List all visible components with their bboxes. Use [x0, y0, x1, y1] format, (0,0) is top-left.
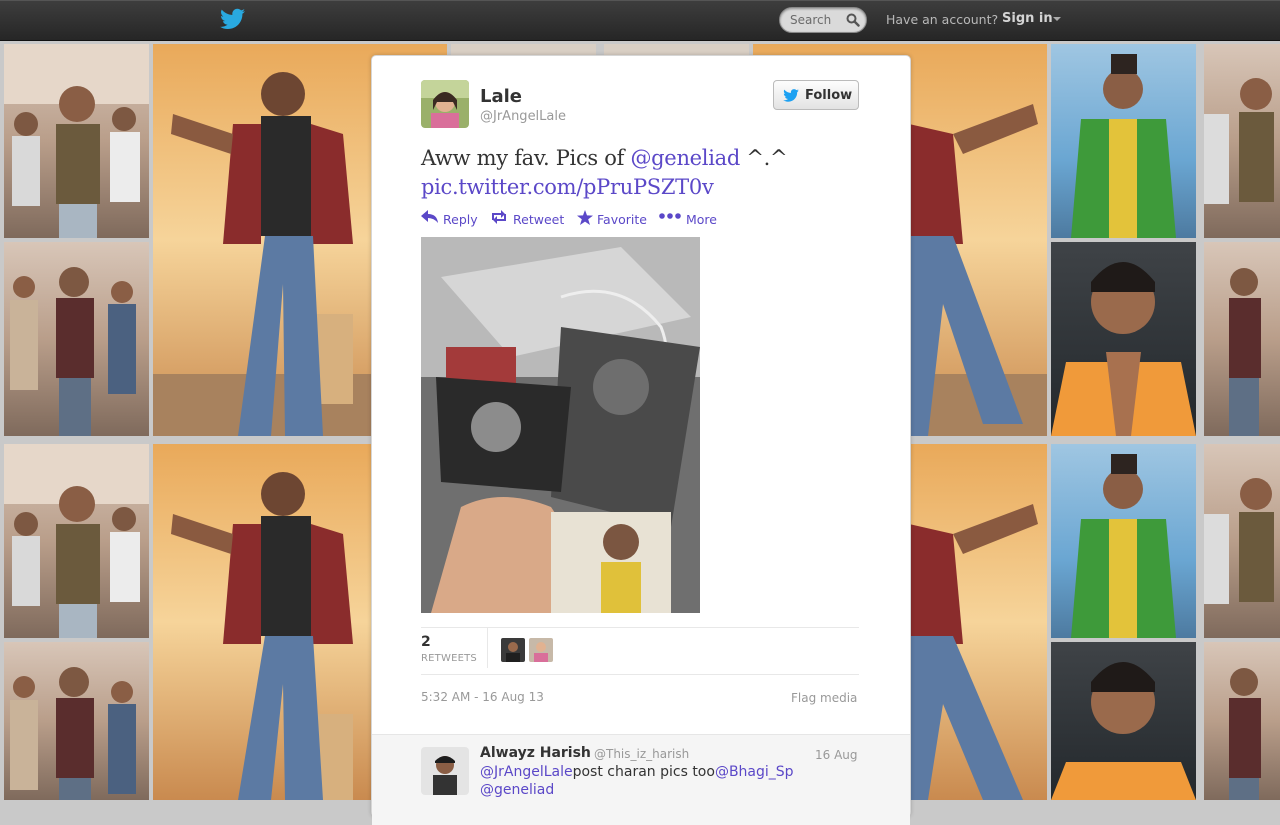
reply-text-body: post charan pics too [572, 764, 715, 780]
background-photo [1051, 44, 1196, 238]
search-box[interactable] [779, 7, 867, 33]
retweets-count[interactable]: 2 [421, 634, 431, 650]
have-account-text: Have an account? [886, 12, 999, 27]
background-photo [1204, 44, 1280, 238]
screen-name[interactable]: @JrAngelLale [480, 109, 566, 124]
retweets-label: RETWEETS [421, 653, 477, 664]
tweet-card: Lale @JrAngelLale Follow Aww my fav. Pic… [371, 55, 911, 825]
mention-link[interactable]: @geneliad [480, 782, 554, 798]
avatar[interactable] [421, 80, 469, 128]
mention-link[interactable]: @Bhagi_Sp [715, 764, 794, 780]
reply-screen-name[interactable]: @This_iz_harish [594, 747, 689, 761]
tweet-text-prefix: Aww my fav. Pics of [421, 146, 631, 170]
more-label: More [686, 212, 717, 227]
favorite-star-icon [577, 210, 593, 225]
tweet-media-image[interactable] [421, 237, 700, 613]
tweet-text: Aww my fav. Pics of @geneliad ^.^ pic.tw… [421, 144, 841, 202]
mention-link[interactable]: @JrAngelLale [480, 764, 573, 780]
reply-text: @JrAngelLalepost charan pics too@Bhagi_S… [480, 763, 820, 799]
media-link[interactable]: pic.twitter.com/pPruPSZT0v [421, 175, 714, 199]
sign-in-link[interactable]: Sign in [1002, 11, 1053, 26]
flag-media-link[interactable]: Flag media [791, 691, 857, 705]
tweet-text-suffix: ^.^ [740, 146, 788, 170]
tweet-timestamp[interactable]: 5:32 AM - 16 Aug 13 [421, 690, 544, 704]
background-photo [1051, 242, 1196, 436]
background-photo [4, 642, 149, 800]
divider [421, 674, 859, 675]
avatar[interactable] [421, 747, 469, 795]
follow-button[interactable]: Follow [773, 80, 859, 110]
twitter-bird-icon[interactable] [220, 8, 245, 30]
twitter-bird-icon [783, 89, 799, 102]
display-name[interactable]: Lale [480, 86, 522, 107]
favorite-label: Favorite [597, 212, 647, 227]
divider [487, 628, 488, 668]
reply-label: Reply [443, 212, 478, 227]
retweeter-avatar[interactable] [529, 638, 553, 662]
background-photo [1204, 642, 1280, 800]
background-photo [1204, 242, 1280, 436]
background-photo [1051, 444, 1196, 638]
reply-tweet: Alwayz Harish @This_iz_harish 16 Aug @Jr… [372, 734, 910, 825]
search-icon[interactable] [846, 13, 860, 27]
background-photo [604, 44, 749, 55]
reply-date[interactable]: 16 Aug [815, 748, 858, 762]
mention-link[interactable]: @geneliad [630, 146, 740, 170]
follow-label: Follow [805, 88, 853, 103]
background-photo [4, 444, 149, 638]
retweet-icon [492, 210, 506, 224]
background-photo [4, 44, 149, 238]
reply-display-name[interactable]: Alwayz Harish [480, 745, 591, 761]
retweeter-avatar[interactable] [501, 638, 525, 662]
background-photo [1204, 444, 1280, 638]
background-photo [4, 242, 149, 436]
chevron-down-icon[interactable] [1053, 17, 1061, 21]
search-input[interactable] [790, 12, 846, 28]
reply-icon [421, 210, 438, 223]
more-dots-icon [659, 213, 681, 219]
background-photo [1051, 642, 1196, 800]
top-bar: Have an account? Sign in [0, 0, 1280, 41]
background-photo [451, 44, 596, 55]
retweet-label: Retweet [513, 212, 565, 227]
